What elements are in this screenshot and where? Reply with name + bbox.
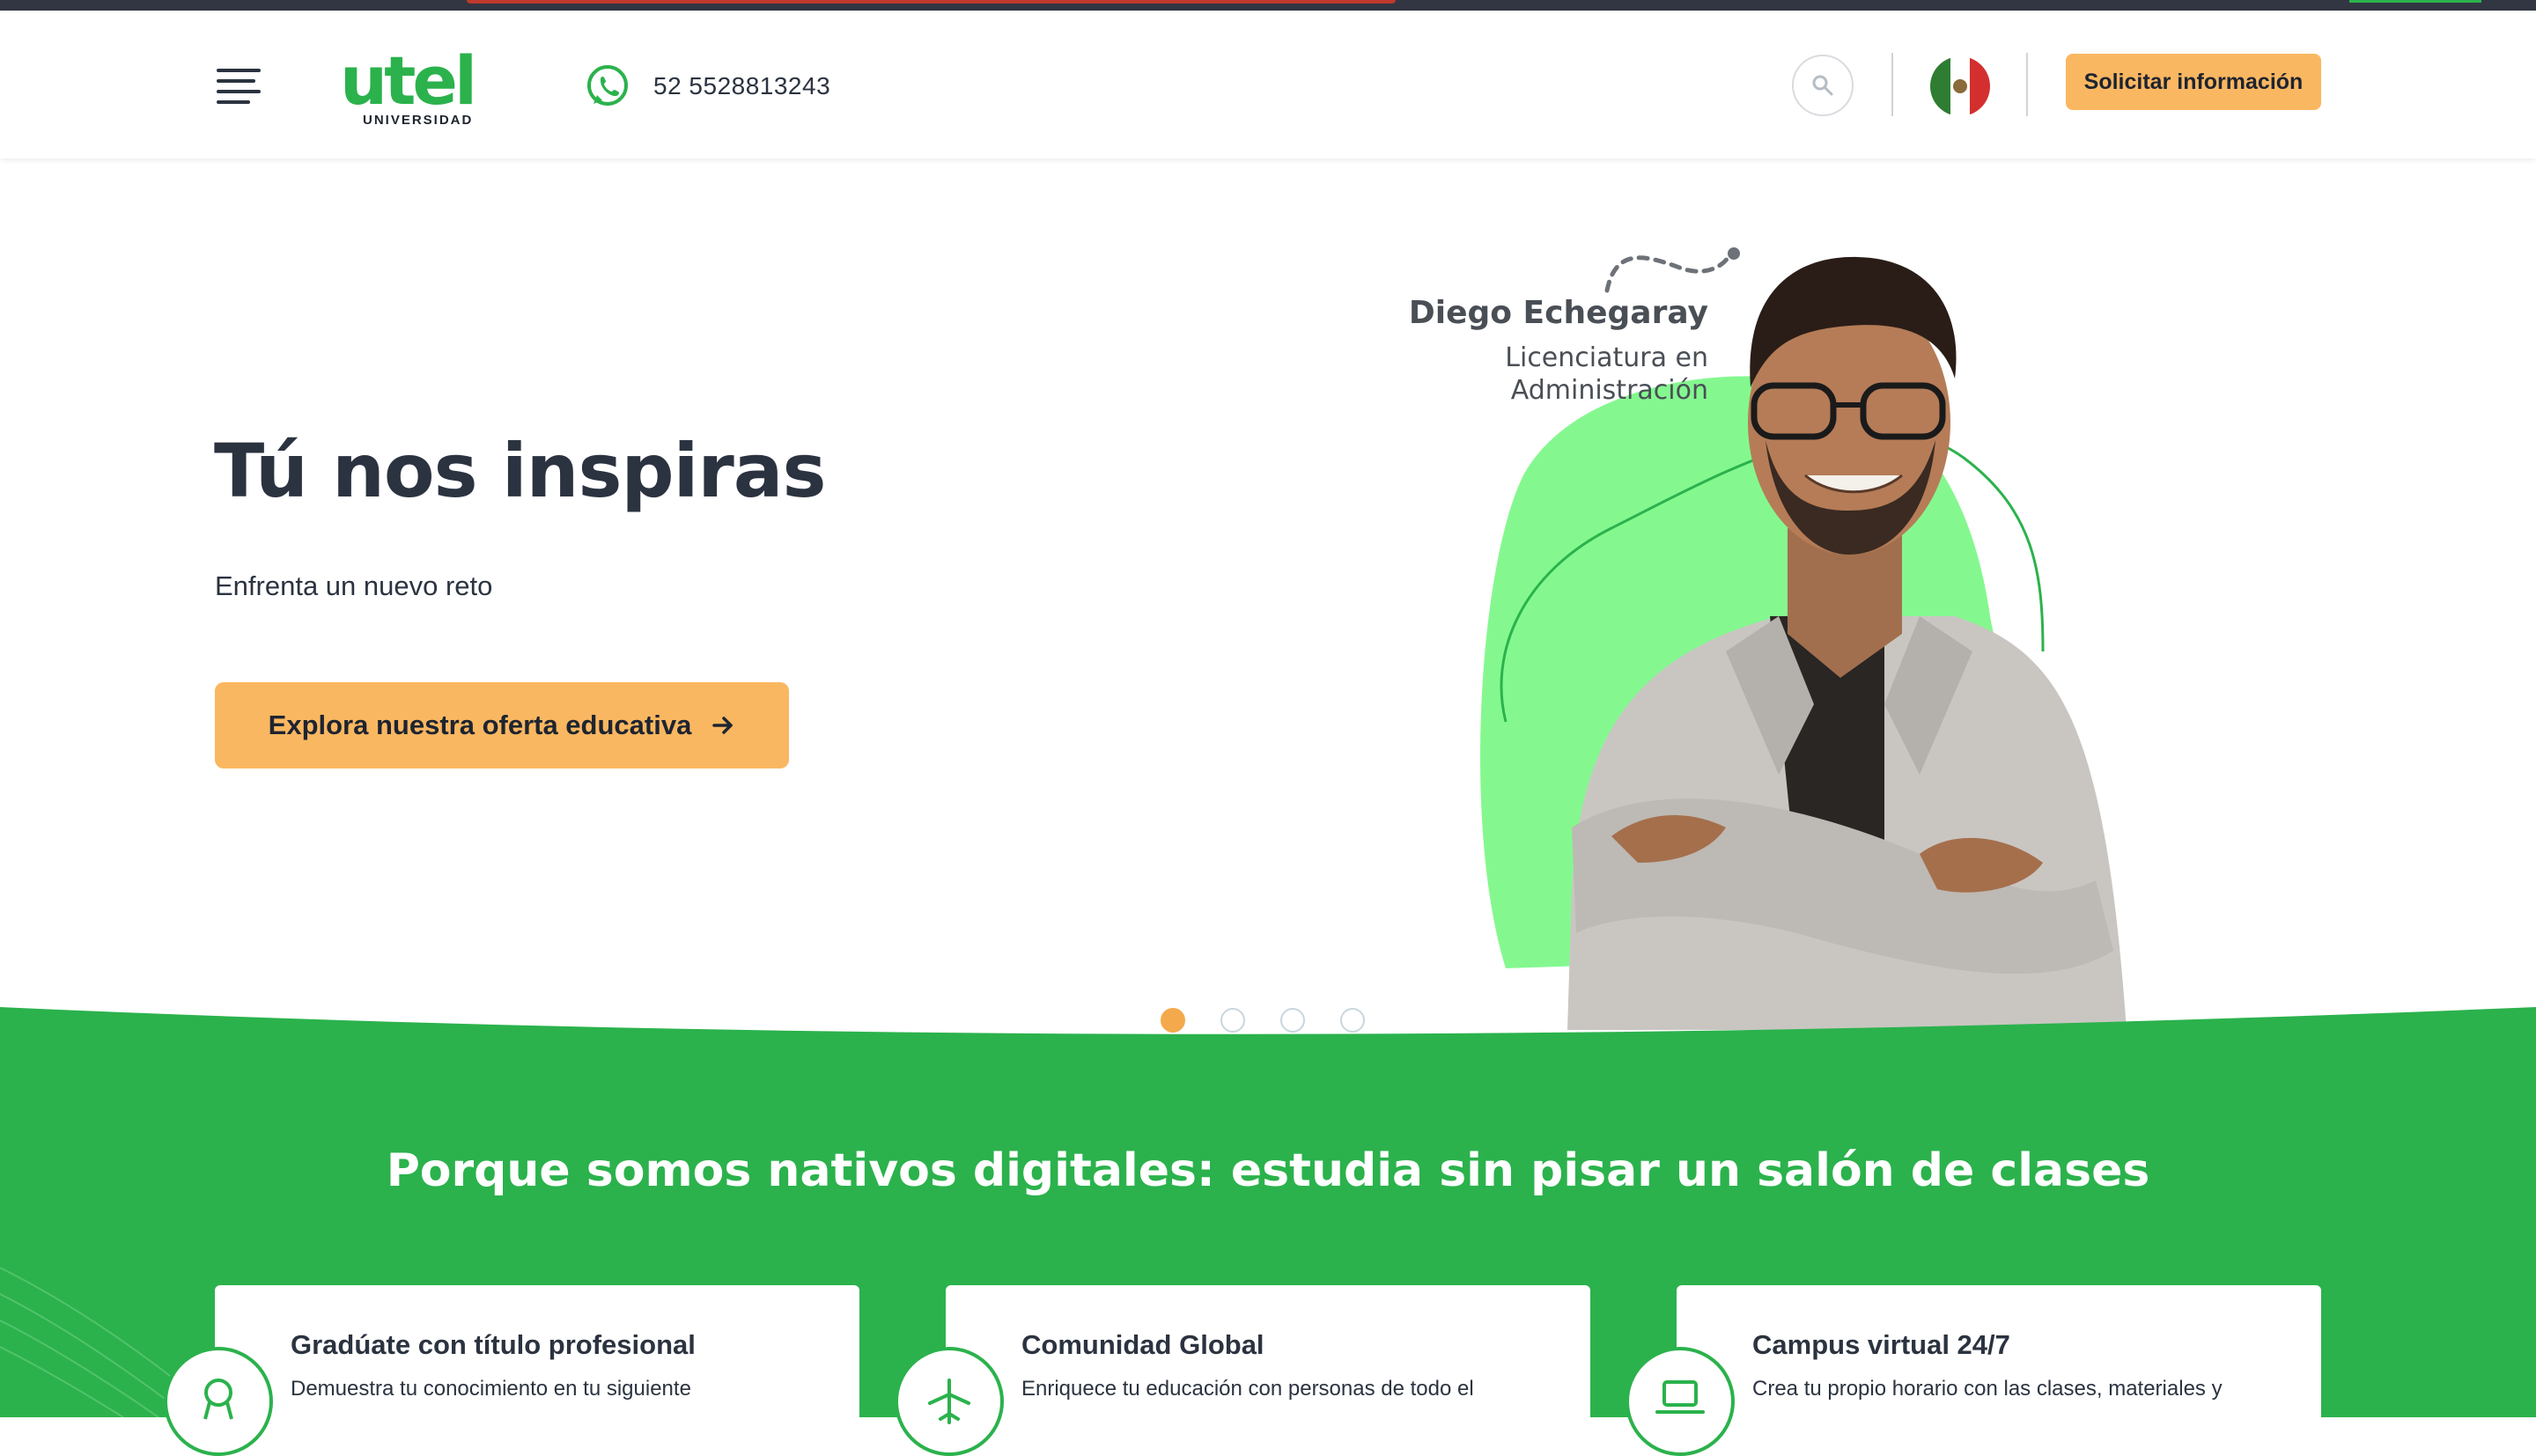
features-title: Porque somos nativos digitales: estudia …: [386, 1144, 2150, 1197]
header-divider: [2026, 53, 2028, 116]
header-divider: [1891, 53, 1893, 116]
phone-number[interactable]: 52 5528813243: [653, 72, 830, 100]
loading-bar: [467, 0, 1396, 4]
browser-top-strip: [0, 0, 2536, 11]
feature-icon-badge: [164, 1347, 273, 1456]
student-name: Diego Echegaray: [1408, 295, 1708, 331]
feature-card-text: Crea tu propio horario con las clases, m…: [1752, 1377, 2223, 1401]
hero-title: Tú nos inspiras: [214, 428, 826, 514]
laptop-icon: [1655, 1380, 1705, 1414]
whatsapp-icon: [587, 65, 628, 106]
flag-emblem: [1953, 79, 1967, 93]
utel-logo[interactable]: utel UNIVERSIDAD: [340, 46, 507, 130]
carousel-dot[interactable]: [1280, 1008, 1305, 1033]
feature-icon-badge: [1626, 1347, 1735, 1456]
explore-offer-label: Explora nuestra oferta educativa: [268, 710, 692, 740]
feature-card-title: Comunidad Global: [1021, 1329, 1264, 1360]
feature-card-title: Campus virtual 24/7: [1752, 1329, 2010, 1360]
hamburger-menu-icon[interactable]: [217, 69, 261, 104]
student-photo: [1426, 158, 2254, 1030]
student-program: Licenciatura en Administración: [1505, 342, 1708, 406]
feature-card-text: Demuestra tu conocimiento en tu siguient…: [291, 1377, 691, 1401]
feature-card[interactable]: Gradúate con título profesional Demuestr…: [164, 1285, 859, 1456]
search-icon: [1812, 75, 1833, 96]
carousel-pagination: [1161, 1008, 1365, 1033]
feature-card-title: Gradúate con título profesional: [291, 1329, 696, 1360]
arrow-right-icon: [712, 717, 734, 734]
explore-offer-button[interactable]: Explora nuestra oferta educativa: [215, 682, 789, 768]
feature-icon-badge: [895, 1347, 1004, 1456]
carousel-dot[interactable]: [1220, 1008, 1245, 1033]
feature-card-text: Enriquece tu educación con personas de t…: [1021, 1377, 1474, 1401]
carousel-dot[interactable]: [1340, 1008, 1365, 1033]
search-button[interactable]: [1792, 55, 1854, 116]
airplane-icon: [928, 1379, 970, 1424]
logo-wordmark: utel: [340, 41, 477, 120]
award-icon: [203, 1379, 233, 1420]
site-header: utel UNIVERSIDAD 52 5528813243 Solicitar…: [0, 11, 2536, 158]
mexico-flag[interactable]: [1930, 56, 1990, 116]
logo-subtitle: UNIVERSIDAD: [363, 113, 474, 128]
hero-subtitle: Enfrenta un nuevo reto: [215, 570, 493, 601]
feature-card[interactable]: Campus virtual 24/7 Crea tu propio horar…: [1626, 1285, 2321, 1456]
carousel-dot[interactable]: [1161, 1008, 1185, 1033]
whatsapp-contact[interactable]: 52 5528813243: [585, 62, 830, 111]
feature-card[interactable]: Comunidad Global Enriquece tu educación …: [895, 1285, 1590, 1456]
request-info-button[interactable]: Solicitar información: [2066, 54, 2321, 110]
top-accent-line: [2349, 0, 2481, 3]
